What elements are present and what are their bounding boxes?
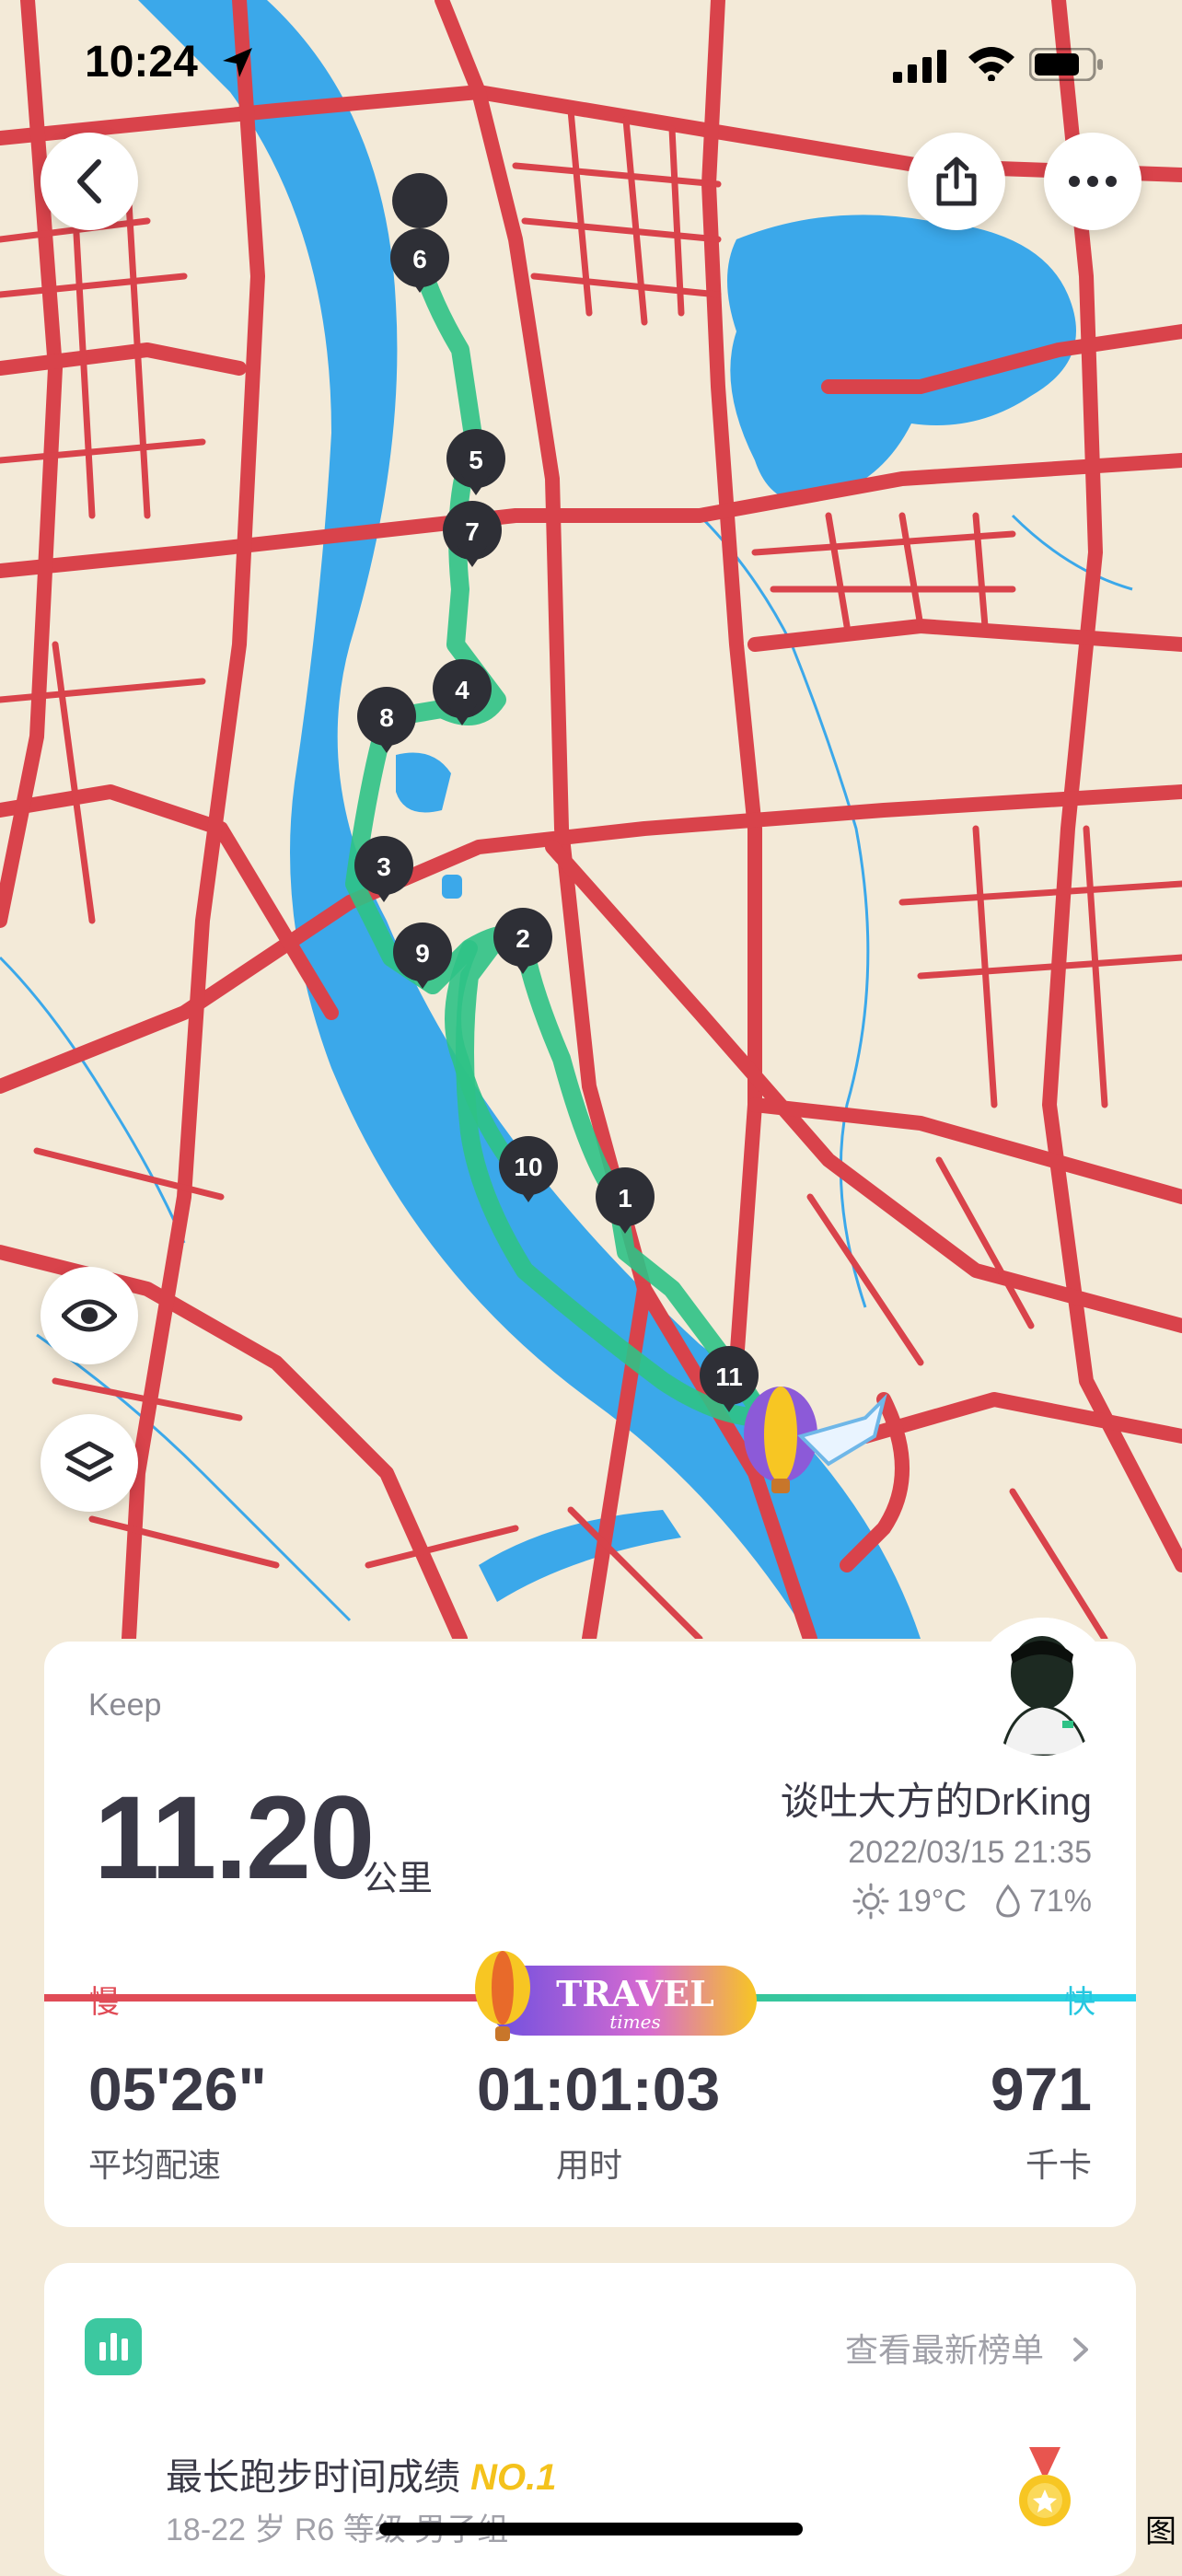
- username[interactable]: 谈吐大方的DrKing: [781, 1770, 1092, 1827]
- temperature: 19°C: [896, 1883, 967, 1919]
- avatar-illustration-icon: [974, 1618, 1112, 1756]
- chevron-left-icon: [77, 159, 101, 203]
- svg-text:10: 10: [514, 1153, 542, 1181]
- gold-medal-icon: [1019, 2447, 1071, 2526]
- svg-text:times: times: [609, 2011, 661, 2033]
- layers-button[interactable]: [41, 1414, 138, 1512]
- svg-text:3: 3: [377, 853, 391, 881]
- wifi-icon: [968, 47, 1014, 81]
- travel-times-badge: TRAVEL times: [475, 1951, 757, 2041]
- humidity: 71%: [1028, 1883, 1092, 1919]
- svg-text:1: 1: [618, 1184, 632, 1213]
- svg-text:TRAVEL: TRAVEL: [556, 1973, 714, 2014]
- rank-number: NO.1: [470, 2457, 557, 2498]
- svg-text:8: 8: [379, 703, 394, 732]
- eye-icon: [62, 1299, 117, 1332]
- app-source: Keep: [88, 1688, 162, 1723]
- rank-title-text: 最长跑步时间成绩: [166, 2457, 460, 2498]
- slow-label: 慢: [88, 1985, 120, 2020]
- calories-label: 千卡: [1025, 2146, 1092, 2184]
- battery-icon: [1029, 48, 1103, 81]
- svg-text:6: 6: [412, 245, 427, 273]
- share-icon: [936, 157, 977, 206]
- distance-unit: 公里: [363, 1860, 434, 1898]
- duration-label: 用时: [556, 2146, 623, 2184]
- location-arrow-icon: [223, 48, 252, 77]
- fast-label: 快: [1064, 1985, 1095, 2020]
- visibility-button[interactable]: [41, 1267, 138, 1364]
- route-map[interactable]: 6 5 7 4 8 3 2 9 10 1 11: [0, 0, 1182, 1639]
- more-dots-icon: [1069, 176, 1117, 187]
- svg-text:11: 11: [715, 1363, 743, 1391]
- view-leaderboard-link[interactable]: 查看最新榜单: [845, 2324, 1092, 2372]
- cellular-signal-icon: [893, 50, 946, 83]
- duration-value: 01:01:03: [477, 2055, 721, 2123]
- svg-text:2: 2: [516, 924, 530, 953]
- avatar[interactable]: [974, 1618, 1112, 1756]
- humidity-drop-icon: [996, 1884, 1020, 1918]
- pace-value: 05'26": [88, 2055, 267, 2123]
- back-button[interactable]: [41, 133, 138, 230]
- sun-icon: [852, 1883, 889, 1920]
- svg-text:9: 9: [415, 939, 430, 968]
- partial-edge-text: 图: [1145, 2514, 1176, 2549]
- calories-value: 971: [990, 2055, 1092, 2123]
- rank-title[interactable]: 最长跑步时间成绩 NO.1: [166, 2447, 556, 2501]
- status-time: 10:24: [85, 38, 198, 87]
- weather-info: 19°C 71%: [852, 1883, 1092, 1920]
- run-datetime: 2022/03/15 21:35: [848, 1835, 1092, 1870]
- home-indicator[interactable]: [379, 2523, 803, 2535]
- run-summary-card: Keep 11.20 公里 谈吐大方的DrKing 2022/03/15 21:…: [44, 1618, 1136, 2227]
- distance-value: 11.20: [94, 1772, 375, 1904]
- status-bar: 10:24: [0, 0, 1182, 129]
- pace-label: 平均配速: [88, 2146, 222, 2184]
- svg-text:7: 7: [465, 517, 480, 546]
- layers-icon: [64, 1441, 114, 1482]
- chevron-right-icon: [1073, 2338, 1088, 2361]
- view-leaderboard-text: 查看最新榜单: [844, 2331, 1044, 2369]
- leaderboard-icon: [85, 2318, 142, 2375]
- svg-text:4: 4: [455, 676, 469, 704]
- more-button[interactable]: [1044, 133, 1141, 230]
- svg-text:5: 5: [469, 446, 483, 474]
- share-button[interactable]: [908, 133, 1005, 230]
